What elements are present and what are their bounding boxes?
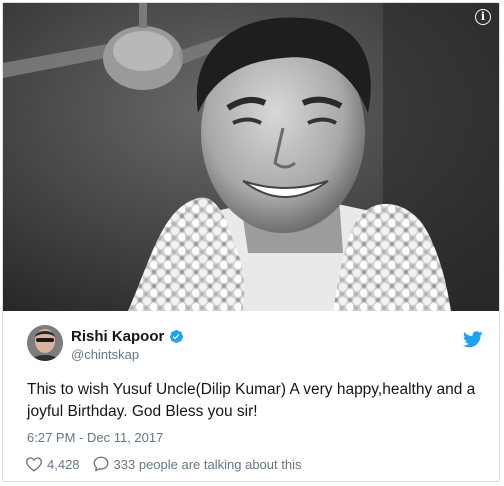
twitter-bird-icon[interactable] bbox=[463, 331, 483, 348]
speech-bubble-icon bbox=[93, 456, 108, 472]
heart-icon bbox=[26, 457, 42, 472]
tweet-photo[interactable]: i bbox=[3, 3, 499, 311]
like-count: 4,428 bbox=[47, 456, 80, 472]
display-name[interactable]: Rishi Kapoor bbox=[71, 328, 164, 345]
name-row: Rishi Kapoor bbox=[71, 328, 184, 345]
handle[interactable]: @chintskap bbox=[71, 347, 139, 362]
tweet-actions: 4,428 333 people are talking about this bbox=[25, 455, 301, 473]
tweet-author: Rishi Kapoor @chintskap bbox=[27, 325, 487, 365]
tweet-card: i Rishi Kapoor @chintskap This to wish Y… bbox=[2, 2, 500, 482]
verified-badge-icon bbox=[170, 329, 184, 344]
info-icon[interactable]: i bbox=[475, 9, 491, 25]
avatar[interactable] bbox=[27, 325, 63, 361]
conversation-text: 333 people are talking about this bbox=[113, 456, 302, 472]
timestamp[interactable]: 6:27 PM - Dec 11, 2017 bbox=[27, 430, 163, 445]
tweet-text: This to wish Yusuf Uncle(Dilip Kumar) A … bbox=[27, 381, 476, 420]
like-button[interactable]: 4,428 bbox=[25, 455, 80, 473]
conversation-link[interactable]: 333 people are talking about this bbox=[92, 455, 302, 473]
portrait-image bbox=[3, 3, 499, 311]
